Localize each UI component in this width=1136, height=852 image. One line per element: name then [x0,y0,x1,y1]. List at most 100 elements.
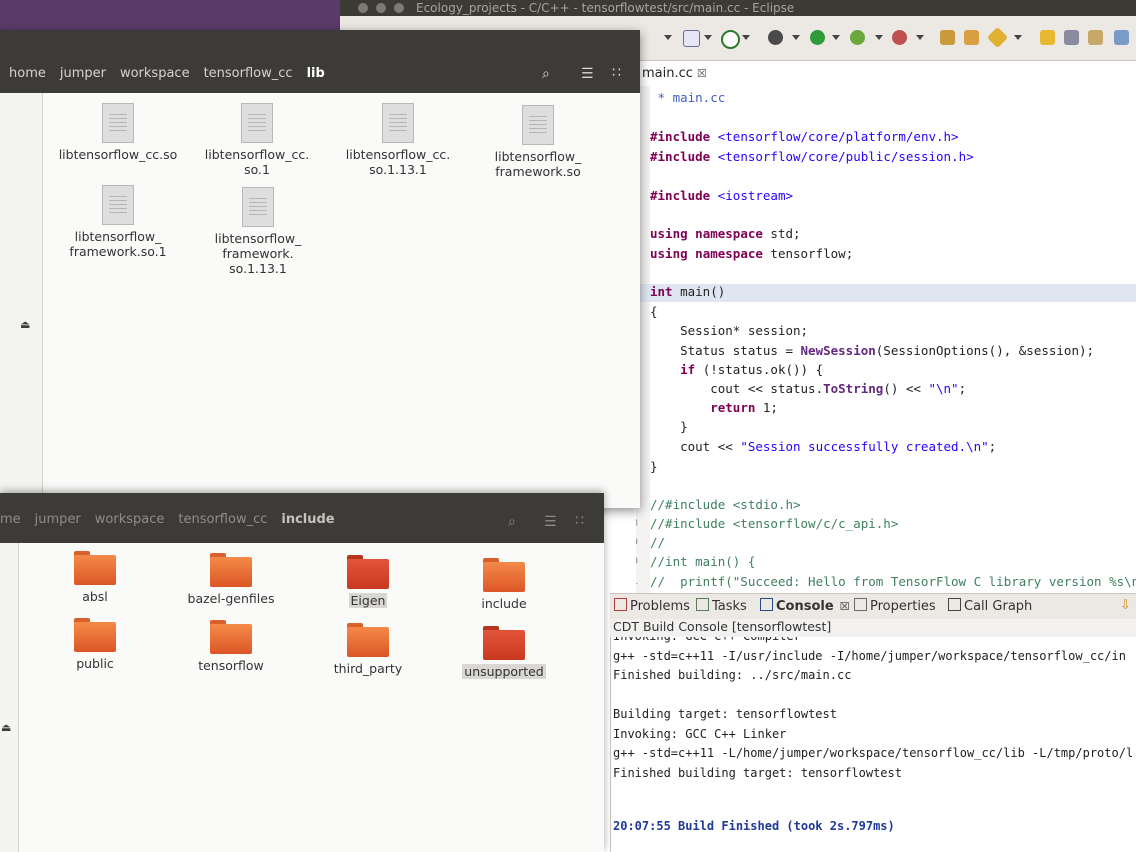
console-line: Building target: tensorflowtest [613,707,837,721]
tab-call-graph[interactable]: Call Graph [948,598,1032,614]
breadcrumb-jumper[interactable]: jumper [35,512,81,527]
code-line: } [650,459,658,474]
breadcrumb-tensorflow-cc[interactable]: tensorflow_cc [178,512,267,527]
breadcrumb-home[interactable]: home [9,66,46,81]
console-line: g++ -std=c++11 -L/home/jumper/workspace/… [613,746,1134,760]
file-name: libtensorflow_ framework.so.1 [69,229,167,259]
file-item[interactable]: libtensorflow_cc. so.1 [197,103,317,177]
code-editor[interactable]: 2 * main.cc78#include <tensorflow/core/p… [636,86,1136,594]
code-line: using namespace std; [650,226,801,241]
dropdown-arrow-icon[interactable] [792,35,800,40]
code-line: #include <tensorflow/core/platform/env.h… [650,129,959,144]
list-view-icon[interactable]: ☰ [544,514,557,530]
tab-properties[interactable]: Properties [854,598,936,614]
dropdown-arrow-icon[interactable] [875,35,883,40]
breadcrumb-workspace[interactable]: workspace [120,66,190,81]
breadcrumb-jumper[interactable]: jumper [60,66,106,81]
eject-icon[interactable]: ⏏ [1,721,11,734]
code-line: return 1; [710,400,778,415]
open-type-icon[interactable] [940,30,955,45]
folder-item[interactable]: third_party [308,623,428,677]
debug-bug-icon[interactable] [768,30,783,45]
dropdown-arrow-icon[interactable] [742,35,750,40]
code-line: using namespace tensorflow; [650,246,854,261]
breadcrumb-home[interactable]: me [0,512,21,527]
build-console[interactable]: Invoking: GCC C++ Compiler g++ -std=c++11… [610,637,1136,852]
code-line: //int main() { [650,554,756,569]
folder-name: public [76,656,114,671]
folder-name: third_party [333,661,403,676]
tab-problems[interactable]: Problems [614,598,690,614]
dropdown-arrow-icon[interactable] [916,35,924,40]
window-close-icon[interactable] [358,3,368,13]
line-number: 29 [636,537,638,548]
file-item[interactable]: libtensorflow_ framework.so [478,105,598,179]
folder-item[interactable]: include [444,558,564,612]
run-icon[interactable] [810,30,825,45]
breadcrumb: home jumper workspace tensorflow_cc lib [9,66,339,81]
file-name: libtensorflow_ framework. so.1.13.1 [214,231,302,276]
folder-icon [483,558,525,592]
breadcrumb-tensorflow-cc[interactable]: tensorflow_cc [204,66,293,81]
folder-icon [210,553,252,587]
file-item[interactable]: libtensorflow_ framework.so.1 [58,185,178,259]
folder-icon [74,551,116,585]
window-minimize-icon[interactable] [376,3,386,13]
code-line: #include <tensorflow/core/public/session… [650,149,974,164]
new-file-icon[interactable] [683,30,700,47]
breadcrumb-include[interactable]: include [281,512,334,527]
dropdown-arrow-icon[interactable] [1014,35,1022,40]
previous-annotation-icon[interactable] [1064,30,1079,45]
open-folder-icon[interactable] [964,30,979,45]
window-maximize-icon[interactable] [394,3,404,13]
tab-console[interactable]: Console ☒ [760,598,850,614]
folder-item[interactable]: public [35,618,155,672]
grid-view-icon[interactable]: ∷ [575,513,584,529]
file-item[interactable]: libtensorflow_ framework. so.1.13.1 [198,187,318,276]
line-number: 31 [636,576,638,587]
forward-icon[interactable] [1114,30,1129,45]
folder-item[interactable]: unsupported [444,626,564,680]
dropdown-arrow-icon[interactable] [704,35,712,40]
external-tools-icon[interactable] [892,30,907,45]
dropdown-arrow-icon[interactable] [832,35,840,40]
list-view-icon[interactable]: ☰ [581,66,594,82]
folder-name: include [481,596,527,611]
document-icon [522,105,554,145]
grid-view-icon[interactable]: ∷ [612,65,621,81]
file-grid: libtensorflow_cc.so libtensorflow_cc. so.… [43,93,640,508]
folder-item[interactable]: Eigen [308,555,428,609]
file-item[interactable]: libtensorflow_cc. so.1.13.1 [338,103,458,177]
tab-tasks[interactable]: Tasks [696,598,747,614]
folder-item[interactable]: bazel-genfiles [171,553,291,607]
breadcrumb-workspace[interactable]: workspace [95,512,165,527]
eclipse-title-bar: Ecology_projects - C/C++ - tensorflowtes… [340,0,1136,16]
file-manager-header: me jumper workspace tensorflow_cc includ… [0,493,604,543]
code-line: if (!status.ok()) { [680,362,824,377]
window-title: Ecology_projects - C/C++ - tensorflowtes… [416,1,795,15]
close-icon[interactable]: ☒ [840,600,850,613]
view-menu-icon[interactable]: ⇩ [1120,598,1131,613]
search-icon[interactable]: ⌕ [508,514,516,530]
console-line: Finished building target: tensorflowtest [613,765,902,780]
dropdown-arrow-icon[interactable] [664,35,672,40]
back-icon[interactable] [1088,30,1103,45]
search-icon[interactable]: ⌕ [542,66,550,82]
coverage-icon[interactable] [850,30,865,45]
folder-item[interactable]: absl [35,551,155,605]
code-line: } [650,419,688,434]
pin-icon[interactable] [986,26,1009,49]
breadcrumb-lib[interactable]: lib [307,66,325,81]
properties-icon [854,598,867,611]
folder-name: unsupported [462,664,546,679]
eject-icon[interactable]: ⏏ [20,318,30,331]
folder-name: bazel-genfiles [187,591,275,606]
line-number: 30 [636,556,638,567]
folder-item[interactable]: tensorflow [171,620,291,674]
refresh-icon[interactable] [721,30,740,49]
next-annotation-icon[interactable] [1040,30,1055,45]
file-item[interactable]: libtensorflow_cc.so [58,103,178,162]
file-name: libtensorflow_cc. so.1 [204,147,310,177]
tab-main-cc[interactable]: main.cc ☒ [640,62,752,86]
close-icon[interactable]: ☒ [697,67,707,80]
